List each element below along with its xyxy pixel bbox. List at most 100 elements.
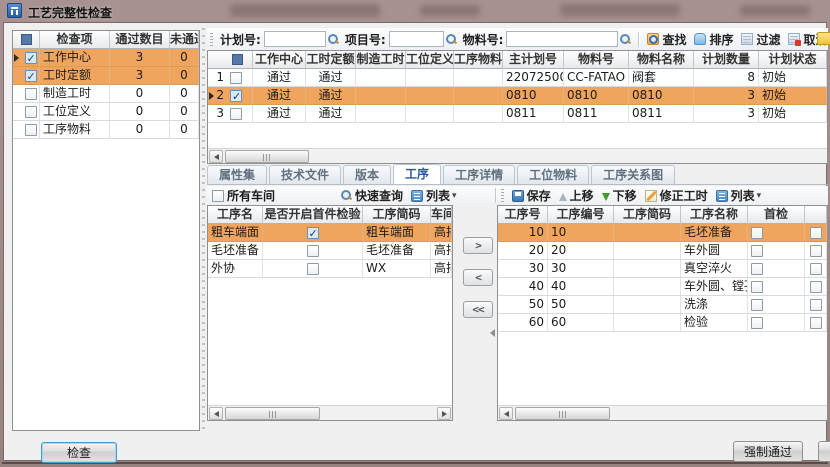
tab-operation-details[interactable]: 工序详情 bbox=[443, 165, 515, 184]
target-op-row[interactable]: 50 50 洗涤 bbox=[498, 296, 827, 314]
check-item-checkbox[interactable] bbox=[25, 106, 37, 118]
first-check-checkbox[interactable] bbox=[751, 245, 763, 257]
first-article-checkbox[interactable] bbox=[307, 263, 319, 275]
fix-work-hours-button[interactable]: 修正工时 bbox=[645, 187, 708, 204]
plan-table-horizontal-scrollbar[interactable] bbox=[208, 148, 827, 163]
column-header-passed-count[interactable]: 通过数目 bbox=[110, 31, 170, 49]
move-down-button[interactable]: 下移 bbox=[602, 187, 637, 204]
column-header-op-name[interactable]: 工序名称 bbox=[681, 206, 748, 224]
target-op-row[interactable]: 30 30 真空淬火 bbox=[498, 260, 827, 278]
source-op-row[interactable]: 外协 WX 高排车间 bbox=[208, 260, 452, 278]
quick-query-button[interactable]: 快速查询 bbox=[341, 187, 403, 204]
plan-row-checkbox[interactable] bbox=[230, 108, 242, 120]
clipped-checkbox[interactable] bbox=[810, 281, 822, 293]
material-no-search-icon[interactable] bbox=[620, 34, 631, 45]
column-header-op-code[interactable]: 工序简码 bbox=[363, 206, 431, 224]
scrollbar-thumb[interactable] bbox=[515, 407, 610, 420]
source-op-row[interactable]: 毛坯准备 毛坯准备 高排车间 bbox=[208, 242, 452, 260]
check-item-checkbox[interactable] bbox=[25, 124, 37, 136]
scroll-left-button[interactable] bbox=[209, 150, 223, 163]
tab-station-materials[interactable]: 工位物料 bbox=[517, 165, 589, 184]
plan-row[interactable]: 1 通过 通过 2207250002 CC-FATAO 阀套 8 初始 bbox=[208, 69, 827, 87]
list2-dropdown-button[interactable]: 列表▾ bbox=[716, 187, 762, 204]
plan-no-search-icon[interactable] bbox=[328, 34, 339, 45]
column-header-mfg-hours[interactable]: 制造工时 bbox=[356, 51, 406, 69]
check-item-checkbox[interactable] bbox=[25, 52, 37, 64]
project-no-search-icon[interactable] bbox=[446, 34, 457, 45]
plan-row[interactable]: 2 通过 通过 0810 0810 0810 3 初始 bbox=[208, 87, 827, 105]
column-header-op-code[interactable]: 工序简码 bbox=[614, 206, 681, 224]
select-all-header-cell[interactable] bbox=[208, 51, 253, 69]
list-dropdown-button[interactable]: 列表▾ bbox=[411, 187, 457, 204]
tab-operations[interactable]: 工序 bbox=[393, 164, 441, 184]
material-no-input[interactable] bbox=[506, 31, 618, 47]
title-bar[interactable]: 工艺完整性检查 bbox=[0, 0, 830, 22]
target-op-row[interactable]: 20 20 车外圆 bbox=[498, 242, 827, 260]
first-check-checkbox[interactable] bbox=[751, 317, 763, 329]
column-header-plan-qty[interactable]: 计划数量 bbox=[694, 51, 759, 69]
all-workshops-checkbox[interactable] bbox=[212, 190, 224, 202]
toolbar-grip[interactable] bbox=[210, 33, 213, 46]
save-button[interactable]: 保存 bbox=[512, 187, 551, 204]
check-item-checkbox[interactable] bbox=[25, 88, 37, 100]
move-up-button[interactable]: 上移 bbox=[559, 187, 594, 204]
column-header-master-plan-no[interactable]: 主计划号 bbox=[503, 51, 564, 69]
target-ops-horizontal-scrollbar[interactable] bbox=[498, 405, 827, 420]
column-header-op-name[interactable]: 工序名 bbox=[208, 206, 263, 224]
move-right-button[interactable]: > bbox=[463, 237, 493, 254]
check-button[interactable]: 检查 bbox=[41, 442, 117, 463]
column-header-first-check[interactable]: 首检 bbox=[748, 206, 805, 224]
splitter-collapse-icon[interactable] bbox=[490, 329, 495, 337]
plan-row-checkbox[interactable] bbox=[230, 90, 242, 102]
vertical-splitter[interactable] bbox=[202, 28, 205, 431]
check-item-checkbox[interactable] bbox=[25, 70, 37, 82]
column-header-check-item[interactable]: 检查项 bbox=[40, 31, 110, 49]
force-pass-button[interactable]: 强制通过 bbox=[733, 441, 803, 462]
target-op-row[interactable]: 60 60 检验 bbox=[498, 314, 827, 332]
column-header-work-center[interactable]: 工作中心 bbox=[253, 51, 306, 69]
column-header-first-article[interactable]: 是否开启首件检验 bbox=[263, 206, 363, 224]
find-button[interactable]: 查找 bbox=[647, 31, 686, 48]
column-header-plan-status[interactable]: 计划状态 bbox=[759, 51, 827, 69]
first-check-checkbox[interactable] bbox=[751, 227, 763, 239]
tab-tech-docs[interactable]: 技术文件 bbox=[269, 165, 341, 184]
plan-no-input[interactable] bbox=[264, 31, 326, 47]
target-op-row[interactable]: 40 40 车外圆、镗孔 bbox=[498, 278, 827, 296]
column-header-op-no[interactable]: 工序号 bbox=[498, 206, 548, 224]
check-item-row[interactable]: 工作中心 3 0 bbox=[13, 49, 199, 67]
clipped-checkbox[interactable] bbox=[810, 263, 822, 275]
first-article-checkbox[interactable] bbox=[307, 245, 319, 257]
column-header-material-no[interactable]: 物料号 bbox=[564, 51, 629, 69]
filter-button[interactable]: 过滤 bbox=[741, 31, 780, 48]
check-item-row[interactable]: 工序物料 0 0 bbox=[13, 121, 199, 139]
column-header-material-name[interactable]: 物料名称 bbox=[629, 51, 694, 69]
column-header-op-number[interactable]: 工序编号 bbox=[548, 206, 614, 224]
scrollbar-thumb[interactable] bbox=[225, 407, 320, 420]
sort-button[interactable]: 排序 bbox=[694, 31, 733, 48]
clipped-checkbox[interactable] bbox=[810, 227, 822, 239]
check-item-row[interactable]: 工位定义 0 0 bbox=[13, 103, 199, 121]
scroll-left-button[interactable] bbox=[209, 407, 223, 420]
tab-version[interactable]: 版本 bbox=[343, 165, 391, 184]
scroll-left-button[interactable] bbox=[499, 407, 513, 420]
check-item-row[interactable]: 工时定额 3 0 bbox=[13, 67, 199, 85]
source-op-row[interactable]: 粗车端面 粗车端面 高排车间 bbox=[208, 224, 452, 242]
project-no-input[interactable] bbox=[389, 31, 444, 47]
clipped-checkbox[interactable] bbox=[810, 245, 822, 257]
check-item-row[interactable]: 制造工时 0 0 bbox=[13, 85, 199, 103]
column-header-op-material[interactable]: 工序物料 bbox=[454, 51, 503, 69]
clipped-checkbox[interactable] bbox=[810, 317, 822, 329]
source-ops-horizontal-scrollbar[interactable] bbox=[208, 405, 452, 420]
toolbar-grip[interactable] bbox=[501, 189, 504, 202]
plan-row-checkbox[interactable] bbox=[230, 72, 242, 84]
select-all-header-cell[interactable] bbox=[13, 31, 40, 49]
target-op-row[interactable]: 10 10 毛坯准备 bbox=[498, 224, 827, 242]
move-left-button[interactable]: < bbox=[463, 269, 493, 286]
first-check-checkbox[interactable] bbox=[751, 281, 763, 293]
clipped-footer-button[interactable] bbox=[818, 441, 830, 462]
first-check-checkbox[interactable] bbox=[751, 299, 763, 311]
column-header-clipped[interactable] bbox=[805, 206, 827, 224]
tab-operation-diagram[interactable]: 工序关系图 bbox=[591, 165, 675, 184]
first-check-checkbox[interactable] bbox=[751, 263, 763, 275]
move-all-left-button[interactable]: << bbox=[463, 301, 493, 318]
